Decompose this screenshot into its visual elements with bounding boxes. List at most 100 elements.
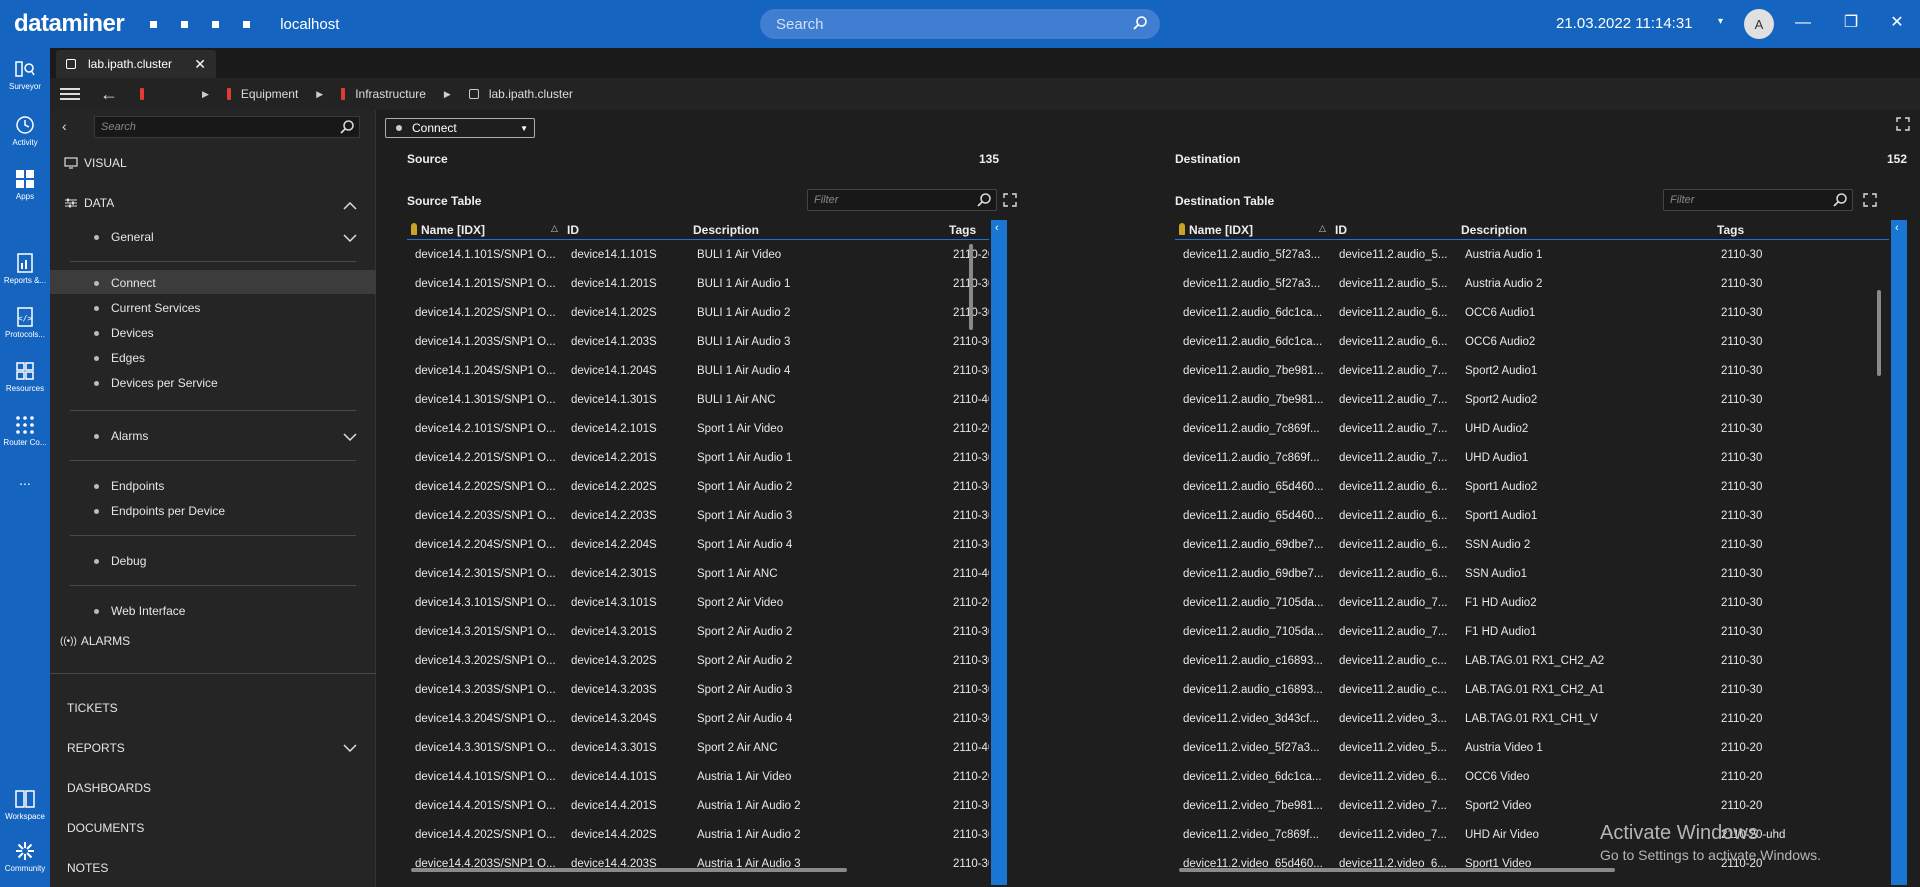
- column-header-description[interactable]: Description: [1461, 223, 1527, 237]
- nav-alarms-group[interactable]: Alarms: [94, 429, 148, 443]
- table-row[interactable]: device11.2.video_6dc1ca... device11.2.vid…: [1175, 763, 1889, 792]
- source-filter-input[interactable]: Filter: [807, 189, 997, 211]
- nav-current-services[interactable]: Current Services: [94, 301, 200, 315]
- minimize-icon[interactable]: —: [1792, 12, 1814, 34]
- nav-endpoints[interactable]: Endpoints: [94, 479, 164, 493]
- table-row[interactable]: device11.2.audio_6dc1ca... device11.2.aud…: [1175, 328, 1889, 357]
- source-side-toggle[interactable]: ‹: [991, 220, 1007, 885]
- column-header-description[interactable]: Description: [693, 223, 759, 237]
- column-header-id[interactable]: ID: [567, 223, 579, 237]
- brand-logo[interactable]: dataminer: [14, 10, 125, 38]
- nav-endpoints-per-device[interactable]: Endpoints per Device: [94, 504, 225, 518]
- nav-devices[interactable]: Devices: [94, 326, 154, 340]
- table-row[interactable]: device11.2.audio_69dbe7... device11.2.aud…: [1175, 560, 1889, 589]
- view-dot-3[interactable]: [212, 20, 220, 28]
- datetime-dropdown-icon[interactable]: ▾: [1718, 16, 1723, 27]
- column-header-tags[interactable]: Tags: [949, 223, 976, 237]
- search-icon[interactable]: [1832, 192, 1848, 208]
- avatar[interactable]: A: [1744, 9, 1774, 39]
- view-dot-4[interactable]: [243, 20, 251, 28]
- search-icon[interactable]: [339, 119, 355, 135]
- table-row[interactable]: device11.2.audio_7be981... device11.2.aud…: [1175, 386, 1889, 415]
- breadcrumb-infrastructure[interactable]: Infrastructure ▶: [341, 87, 469, 101]
- column-header-name[interactable]: Name [IDX]: [411, 223, 485, 237]
- table-row[interactable]: device14.1.202S/SNP1 O... device14.1.202S…: [407, 299, 989, 328]
- table-row[interactable]: device11.2.audio_c16893... device11.2.aud…: [1175, 676, 1889, 705]
- column-header-id[interactable]: ID: [1335, 223, 1347, 237]
- nav-connect[interactable]: Connect: [94, 276, 156, 290]
- table-row[interactable]: device14.3.301S/SNP1 O... device14.3.301S…: [407, 734, 989, 763]
- table-row[interactable]: device11.2.video_5f27a3... device11.2.vid…: [1175, 734, 1889, 763]
- view-dot-1[interactable]: [150, 20, 158, 28]
- close-tab-icon[interactable]: ✕: [194, 56, 206, 73]
- tab-lab-ipath-cluster[interactable]: lab.ipath.cluster ✕: [56, 50, 216, 78]
- rail-workspace[interactable]: Workspace: [0, 788, 50, 821]
- search-icon[interactable]: [1132, 15, 1148, 31]
- table-row[interactable]: device14.1.204S/SNP1 O... device14.1.204S…: [407, 357, 989, 386]
- nav-tickets[interactable]: TICKETS: [67, 701, 118, 715]
- fullscreen-icon[interactable]: [1896, 117, 1910, 131]
- rail-reports[interactable]: Reports &...: [0, 252, 50, 285]
- destination-filter-input[interactable]: Filter: [1663, 189, 1853, 211]
- nav-documents[interactable]: DOCUMENTS: [67, 821, 144, 835]
- table-row[interactable]: device11.2.video_7be981... device11.2.vid…: [1175, 792, 1889, 821]
- table-row[interactable]: device14.4.201S/SNP1 O... device14.4.201S…: [407, 792, 989, 821]
- table-row[interactable]: device14.3.202S/SNP1 O... device14.3.202S…: [407, 647, 989, 676]
- chevron-down-icon[interactable]: [343, 433, 357, 441]
- search-icon[interactable]: [976, 192, 992, 208]
- nav-edges[interactable]: Edges: [94, 351, 145, 365]
- table-row[interactable]: device14.3.203S/SNP1 O... device14.3.203S…: [407, 676, 989, 705]
- table-row[interactable]: device14.4.202S/SNP1 O... device14.4.202S…: [407, 821, 989, 850]
- destination-side-toggle[interactable]: ‹: [1891, 220, 1907, 885]
- table-row[interactable]: device14.2.101S/SNP1 O... device14.2.101S…: [407, 415, 989, 444]
- table-row[interactable]: device11.2.video_3d43cf... device11.2.vid…: [1175, 705, 1889, 734]
- column-header-tags[interactable]: Tags: [1717, 223, 1744, 237]
- table-row[interactable]: device11.2.audio_69dbe7... device11.2.aud…: [1175, 531, 1889, 560]
- nav-debug[interactable]: Debug: [94, 554, 146, 568]
- nav-alarms[interactable]: ((•)) ALARMS: [60, 634, 130, 648]
- global-search-input[interactable]: Search: [760, 9, 1160, 39]
- table-row[interactable]: device11.2.audio_c16893... device11.2.aud…: [1175, 647, 1889, 676]
- chevron-down-icon[interactable]: [343, 744, 357, 752]
- table-row[interactable]: device14.3.204S/SNP1 O... device14.3.204S…: [407, 705, 989, 734]
- table-row[interactable]: device11.2.audio_7be981... device11.2.aud…: [1175, 357, 1889, 386]
- table-row[interactable]: device11.2.audio_5f27a3... device11.2.aud…: [1175, 241, 1889, 270]
- source-horizontal-scrollbar[interactable]: [411, 868, 847, 872]
- table-row[interactable]: device14.2.201S/SNP1 O... device14.2.201S…: [407, 444, 989, 473]
- table-row[interactable]: device14.1.203S/SNP1 O... device14.1.203S…: [407, 328, 989, 357]
- source-vertical-scrollbar[interactable]: [969, 244, 973, 330]
- nav-general[interactable]: General: [94, 230, 154, 244]
- chevron-left-icon[interactable]: ‹: [62, 118, 67, 134]
- table-row[interactable]: device11.2.audio_7c869f... device11.2.aud…: [1175, 444, 1889, 473]
- table-row[interactable]: device11.2.audio_65d460... device11.2.aud…: [1175, 473, 1889, 502]
- nav-reports[interactable]: REPORTS: [67, 741, 125, 755]
- fullscreen-icon[interactable]: [1003, 193, 1017, 207]
- sort-ascending-icon[interactable]: △: [1319, 223, 1326, 234]
- sort-ascending-icon[interactable]: △: [551, 223, 558, 234]
- destination-horizontal-scrollbar[interactable]: [1179, 868, 1615, 872]
- restore-icon[interactable]: ❐: [1840, 12, 1862, 34]
- table-row[interactable]: device14.4.203S/SNP1 O... device14.4.203S…: [407, 850, 989, 879]
- breadcrumb-equipment[interactable]: Equipment ▶: [226, 87, 341, 101]
- nav-notes[interactable]: NOTES: [67, 861, 108, 875]
- table-row[interactable]: device14.2.301S/SNP1 O... device14.2.301S…: [407, 560, 989, 589]
- table-row[interactable]: device14.2.204S/SNP1 O... device14.2.204S…: [407, 531, 989, 560]
- table-row[interactable]: device14.2.203S/SNP1 O... device14.2.203S…: [407, 502, 989, 531]
- rail-protocols[interactable]: </> Protocols...: [0, 306, 50, 339]
- rail-surveyor[interactable]: Surveyor: [0, 58, 50, 91]
- table-row[interactable]: device14.2.202S/SNP1 O... device14.2.202S…: [407, 473, 989, 502]
- destination-vertical-scrollbar[interactable]: [1877, 290, 1881, 376]
- table-row[interactable]: device11.2.audio_5f27a3... device11.2.aud…: [1175, 270, 1889, 299]
- nav-dashboards[interactable]: DASHBOARDS: [67, 781, 151, 795]
- hamburger-icon[interactable]: [60, 85, 80, 103]
- table-row[interactable]: device14.1.101S/SNP1 O... device14.1.101S…: [407, 241, 989, 270]
- column-header-name[interactable]: Name [IDX]: [1179, 223, 1253, 237]
- nav-web-interface[interactable]: Web Interface: [94, 604, 185, 618]
- fullscreen-icon[interactable]: [1863, 193, 1877, 207]
- breadcrumb-root[interactable]: ▶: [140, 88, 227, 100]
- breadcrumb-cluster[interactable]: lab.ipath.cluster: [468, 87, 573, 101]
- table-row[interactable]: device14.3.101S/SNP1 O... device14.3.101S…: [407, 589, 989, 618]
- table-row[interactable]: device14.4.101S/SNP1 O... device14.4.101S…: [407, 763, 989, 792]
- rail-activity[interactable]: Activity: [0, 114, 50, 147]
- view-dot-2[interactable]: [181, 20, 189, 28]
